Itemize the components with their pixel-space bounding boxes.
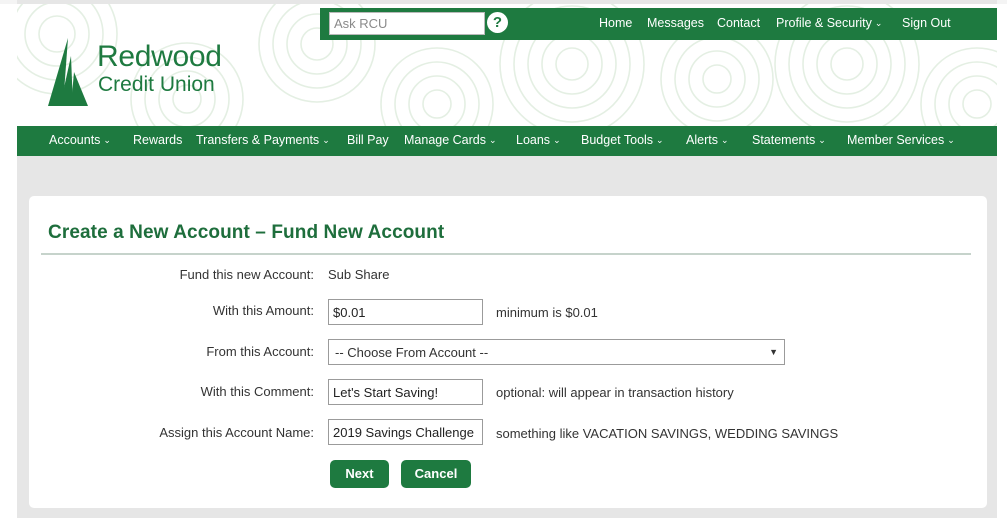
nav-item-rewards[interactable]: Rewards <box>133 133 182 147</box>
account-name-hint: something like VACATION SAVINGS, WEDDING… <box>496 426 839 441</box>
nav-item-manage-cards[interactable]: Manage Cards ⌄ <box>404 133 497 147</box>
nav-item-label: Accounts <box>49 133 101 147</box>
chevron-down-icon: ⌄ <box>818 135 826 145</box>
nav-item-member-services[interactable]: Member Services ⌄ <box>847 133 955 147</box>
nav-item-bill-pay[interactable]: Bill Pay <box>347 133 389 147</box>
brand-name-line1: Redwood <box>97 40 222 73</box>
amount-input[interactable] <box>328 299 483 325</box>
nav-item-statements[interactable]: Statements ⌄ <box>752 133 826 147</box>
nav-item-label: Rewards <box>133 133 183 147</box>
title-divider <box>41 253 971 255</box>
help-circle-icon[interactable]: ? <box>487 12 508 33</box>
fund-account-label: Fund this new Account: <box>179 267 314 282</box>
utility-link-profile-security[interactable]: Profile & Security ⌄ <box>776 16 882 30</box>
utility-link-label: Messages <box>647 16 704 30</box>
page-title: Create a New Account – Fund New Account <box>48 222 445 243</box>
nav-item-label: Alerts <box>686 133 718 147</box>
comment-label: With this Comment: <box>200 384 314 399</box>
nav-item-label: Manage Cards <box>404 133 486 147</box>
nav-item-loans[interactable]: Loans ⌄ <box>516 133 561 147</box>
nav-item-budget-tools[interactable]: Budget Tools ⌄ <box>581 133 664 147</box>
next-button[interactable]: Next <box>330 460 389 488</box>
from-account-select[interactable]: -- Choose From Account -- ▼ <box>328 339 785 365</box>
from-account-label: From this Account: <box>206 344 314 359</box>
utility-link-home[interactable]: Home <box>599 16 632 30</box>
chevron-down-icon: ⌄ <box>656 135 664 145</box>
chevron-down-icon: ⌄ <box>103 135 111 145</box>
main-nav: Accounts ⌄ Rewards Transfers & Payments ⌄ … <box>17 126 997 156</box>
utility-link-label: Profile & Security <box>776 16 872 30</box>
comment-input[interactable] <box>328 379 483 405</box>
nav-item-alerts[interactable]: Alerts ⌄ <box>686 133 729 147</box>
nav-item-accounts[interactable]: Accounts ⌄ <box>49 133 111 147</box>
brand-name-line2: Credit Union <box>98 73 215 96</box>
nav-item-label: Statements <box>752 133 816 147</box>
site-header: ? Home Messages Contact Profile & Securi… <box>17 4 997 126</box>
cancel-button[interactable]: Cancel <box>401 460 471 488</box>
utility-link-label: Sign Out <box>902 16 951 30</box>
chevron-down-icon: ⌄ <box>489 135 497 145</box>
from-account-selected: -- Choose From Account -- <box>335 345 489 360</box>
chevron-down-icon: ⌄ <box>874 18 883 28</box>
nav-item-label: Budget Tools <box>581 133 654 147</box>
account-name-label: Assign this Account Name: <box>159 425 314 440</box>
chevron-down-icon: ⌄ <box>553 135 561 145</box>
nav-item-label: Member Services <box>847 133 945 147</box>
chevron-down-icon: ⌄ <box>720 135 729 145</box>
utility-link-sign-out[interactable]: Sign Out <box>902 16 951 30</box>
chevron-down-icon: ⌄ <box>947 135 955 145</box>
ask-rcu-search-input[interactable] <box>329 12 485 35</box>
utility-link-label: Contact <box>717 16 761 30</box>
nav-item-transfers-payments[interactable]: Transfers & Payments ⌄ <box>196 133 330 147</box>
utility-link-messages[interactable]: Messages <box>647 16 704 30</box>
comment-hint: optional: will appear in transaction his… <box>496 385 734 400</box>
triangle-down-icon: ▼ <box>769 347 778 357</box>
utility-link-label: Home <box>599 16 633 30</box>
utility-bar: ? Home Messages Contact Profile & Securi… <box>320 8 997 40</box>
nav-item-label: Transfers & Payments <box>196 133 320 147</box>
utility-link-contact[interactable]: Contact <box>717 16 760 30</box>
chevron-down-icon: ⌄ <box>322 135 330 145</box>
redwood-tree-logo[interactable] <box>46 36 90 106</box>
nav-item-label: Bill Pay <box>347 133 389 147</box>
amount-label: With this Amount: <box>212 303 314 318</box>
nav-item-label: Loans <box>516 133 551 147</box>
amount-hint: minimum is $0.01 <box>496 305 598 320</box>
account-name-input[interactable] <box>328 419 483 445</box>
fund-account-card: Create a New Account – Fund New Account … <box>29 196 987 508</box>
fund-account-value: Sub Share <box>328 267 390 282</box>
